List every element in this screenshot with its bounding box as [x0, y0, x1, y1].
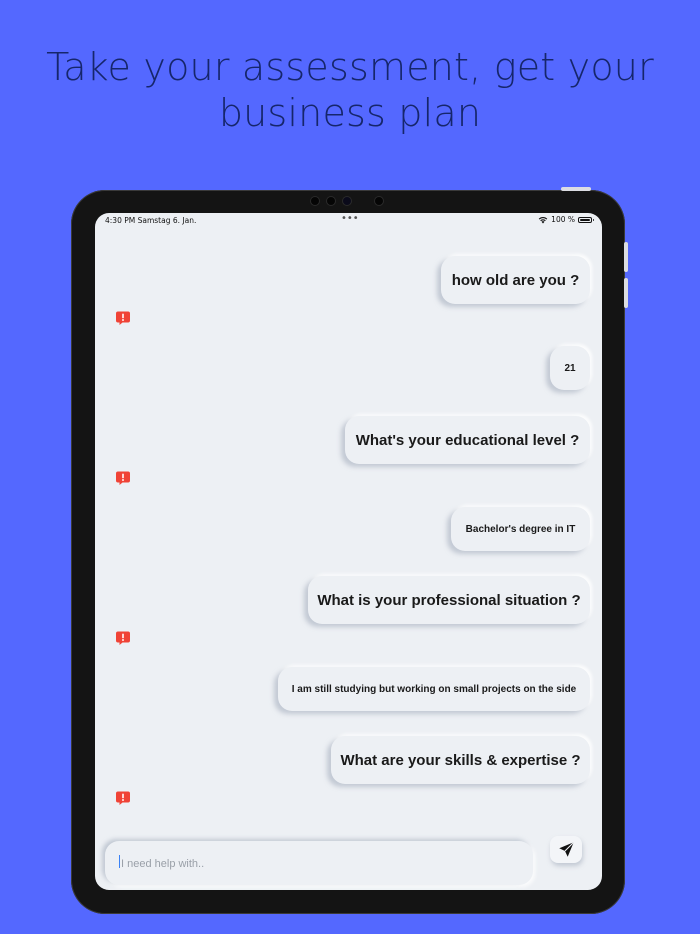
question-bubble: What are your skills & expertise ?: [331, 736, 590, 784]
power-button: [561, 187, 591, 191]
sensor-dot: [375, 197, 383, 205]
volume-up-button: [624, 242, 628, 272]
answer-text: Bachelor's degree in IT: [465, 523, 576, 535]
battery-percent: 100 %: [551, 215, 575, 224]
sensor-dot: [327, 197, 335, 205]
question-text: What are your skills & expertise ?: [340, 751, 581, 769]
wifi-icon: [538, 216, 548, 223]
message-input-container[interactable]: [105, 841, 533, 885]
question-text: What is your professional situation ?: [317, 591, 581, 609]
answer-bubble: Bachelor's degree in IT: [451, 507, 590, 551]
speech-bubble-exclamation-icon[interactable]: [115, 310, 131, 326]
speech-bubble-exclamation-icon[interactable]: [115, 790, 131, 806]
volume-down-button: [624, 278, 628, 308]
multitask-dots[interactable]: •••: [341, 213, 359, 224]
tablet-device: 4:30 PM Samstag 6. Jan. ••• 100 % how ol…: [71, 187, 628, 914]
send-button[interactable]: [550, 836, 582, 863]
battery-icon: [578, 216, 594, 223]
message-input[interactable]: [119, 853, 503, 875]
question-bubble: What's your educational level ?: [345, 416, 590, 464]
speech-bubble-exclamation-icon[interactable]: [115, 630, 131, 646]
status-time-date: 4:30 PM Samstag 6. Jan.: [105, 216, 197, 225]
sensor-dot: [311, 197, 319, 205]
headline: Take your assessment, get your business …: [0, 44, 700, 136]
camera-bar: [307, 195, 387, 207]
app-screen: 4:30 PM Samstag 6. Jan. ••• 100 % how ol…: [95, 213, 602, 890]
headline-line-2: business plan: [218, 91, 482, 135]
camera-lens: [343, 197, 351, 205]
status-right: 100 %: [538, 215, 594, 224]
question-bubble: how old are you ?: [441, 256, 590, 304]
question-text: how old are you ?: [451, 271, 580, 289]
question-bubble: What is your professional situation ?: [308, 576, 590, 624]
answer-text: 21: [564, 362, 576, 374]
answer-bubble: I am still studying but working on small…: [278, 667, 590, 711]
answer-bubble: 21: [550, 346, 590, 390]
question-text: What's your educational level ?: [355, 431, 580, 449]
speech-bubble-exclamation-icon[interactable]: [115, 470, 131, 486]
headline-line-1: Take your assessment, get your: [46, 45, 654, 89]
paper-plane-icon: [558, 841, 574, 857]
status-bar: 4:30 PM Samstag 6. Jan. ••• 100 %: [95, 213, 602, 227]
answer-text: I am still studying but working on small…: [291, 683, 577, 695]
